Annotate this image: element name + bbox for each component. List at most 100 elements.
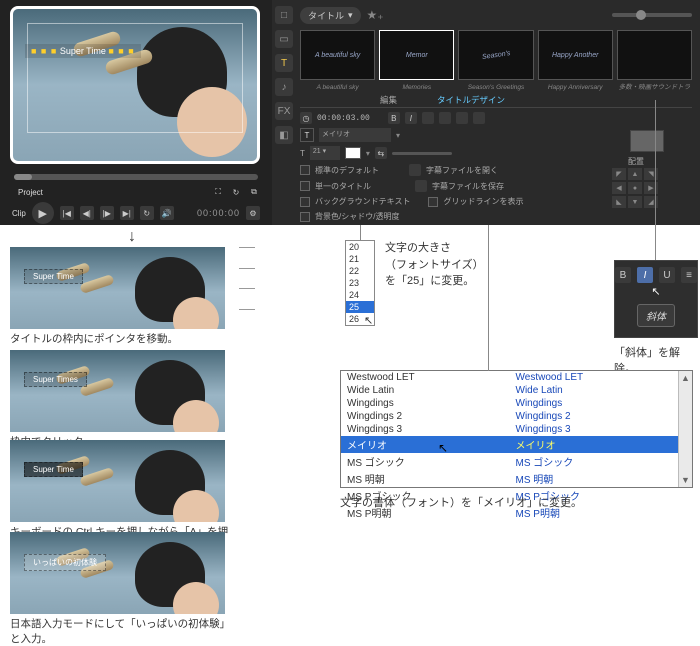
step-back-button[interactable]: ◀| bbox=[80, 206, 94, 220]
layout-tab-icon[interactable]: ◧ bbox=[275, 126, 293, 144]
step-4: いっぱいの初体験 日本語入力モードにして「いっぱいの初体験」と入力。 bbox=[10, 532, 235, 646]
skip-end-button[interactable]: ▶| bbox=[120, 206, 134, 220]
panel-header: タイトル ▾ ★₊ bbox=[300, 6, 692, 24]
step-caption: タイトルの枠内にポインタを移動。 bbox=[10, 331, 235, 346]
transport-bar: Project ⛶ ↻ ⧉ Clip ▶ |◀ ◀| |▶ ▶| ↻ 🔊 00:… bbox=[8, 170, 264, 220]
checkbox[interactable] bbox=[300, 181, 310, 191]
hsep-icon[interactable] bbox=[422, 112, 434, 124]
preview-safe-area bbox=[27, 23, 243, 133]
category-sidebar: □ ▭ T ♪ FX ◧ bbox=[272, 6, 296, 144]
step-caption: 日本語入力モードにして「いっぱいの初体験」と入力。 bbox=[10, 616, 235, 646]
thumb-size-slider[interactable] bbox=[612, 13, 692, 17]
tab-title-design[interactable]: タイトルデザイン bbox=[437, 94, 505, 107]
connector-line bbox=[360, 225, 361, 241]
color-swatch[interactable] bbox=[345, 147, 361, 159]
text-style-callout: B I U ≡ ↖ 斜体 bbox=[614, 260, 698, 338]
align-grid-label: 配置 bbox=[628, 156, 644, 167]
asset-panel: □ ▭ T ♪ FX ◧ タイトル ▾ ★₊ A beautiful skyA … bbox=[272, 0, 700, 225]
font-family-dropdown[interactable]: Westwood LETWide Latin WingdingsWingding… bbox=[340, 370, 693, 488]
checkbox[interactable] bbox=[300, 197, 310, 207]
preview-player: ■ ■ ■ Super Time ■ ■ ■ bbox=[10, 6, 260, 164]
title-tab-icon[interactable]: T bbox=[275, 54, 293, 72]
save-file-icon[interactable] bbox=[415, 180, 427, 192]
checkbox[interactable] bbox=[428, 197, 438, 207]
title-thumb[interactable]: MemorMemories bbox=[379, 30, 454, 80]
title-overlay-text: Super Time bbox=[60, 46, 106, 56]
timeline-scrubber[interactable] bbox=[14, 174, 258, 180]
loop-toggle[interactable]: ↻ bbox=[140, 206, 154, 220]
title-box[interactable]: Super Times bbox=[24, 372, 87, 387]
italic-button[interactable]: I bbox=[405, 112, 417, 124]
step-1: Super Time タイトルの枠内にポインタを移動。 bbox=[10, 247, 235, 346]
title-thumb[interactable]: Happy AnotherHappy Anniversary bbox=[538, 30, 613, 80]
tracking-icon[interactable]: ⇆ bbox=[375, 147, 387, 159]
align-center-icon[interactable] bbox=[456, 112, 468, 124]
connector-line bbox=[488, 225, 489, 371]
title-properties: ◷ 00:00:03.00 B I T メイリオ ▾ T 21 ▾ ▾ ⇆ 標準… bbox=[300, 112, 692, 219]
title-box-selected[interactable]: Super Time bbox=[24, 462, 83, 477]
underline-button[interactable]: U bbox=[659, 267, 675, 283]
scroll-down-icon: ▼ bbox=[681, 475, 690, 485]
handle-dots-icon: ■ ■ ■ bbox=[108, 46, 134, 56]
scrollbar[interactable]: ▲▼ bbox=[678, 371, 692, 487]
project-label: Project bbox=[18, 188, 43, 197]
align-left-icon[interactable] bbox=[439, 112, 451, 124]
title-thumb[interactable]: 多数・映画サウンドトラ bbox=[617, 30, 692, 80]
connector-line bbox=[655, 100, 656, 260]
font-size-field[interactable]: 21 ▾ bbox=[310, 146, 340, 160]
media-tab-icon[interactable]: □ bbox=[275, 6, 293, 24]
fullscreen-icon[interactable]: ⛶ bbox=[212, 186, 224, 198]
bold-button[interactable]: B bbox=[388, 112, 400, 124]
step-2: Super Times 枠内でクリック。 bbox=[10, 350, 235, 449]
tab-edit[interactable]: 編集 bbox=[380, 94, 397, 107]
play-button[interactable]: ▶ bbox=[32, 202, 54, 224]
clock-icon: ◷ bbox=[300, 112, 312, 124]
scroll-up-icon: ▲ bbox=[681, 373, 690, 383]
chevron-down-icon[interactable]: ▾ bbox=[396, 131, 400, 140]
step-fwd-button[interactable]: |▶ bbox=[100, 206, 114, 220]
title-box[interactable]: いっぱいの初体験 bbox=[24, 554, 106, 571]
skip-start-button[interactable]: |◀ bbox=[60, 206, 74, 220]
title-box[interactable]: Super Time bbox=[24, 269, 83, 284]
font-size-caption: 文字の大きさ（フォントサイズ）を「25」に変更。 bbox=[385, 240, 484, 290]
fx-tab-icon[interactable]: FX bbox=[275, 102, 293, 120]
connector-line bbox=[488, 370, 489, 371]
font-caption: 文字の書体（フォント）を「メイリオ」に変更。 bbox=[340, 494, 582, 510]
font-size-dropdown[interactable]: 202122 2324 2526 ↖ bbox=[345, 240, 375, 326]
text-color-label: T bbox=[300, 149, 305, 158]
title-thumbnail-row: A beautiful skyA beautiful sky MemorMemo… bbox=[300, 30, 692, 80]
favorite-icon[interactable]: ★₊ bbox=[367, 8, 384, 22]
arrow-down-icon: ↓ bbox=[128, 228, 136, 246]
align-right-icon[interactable] bbox=[473, 112, 485, 124]
cursor-icon: ↖ bbox=[651, 285, 660, 298]
chevron-down-icon: ▾ bbox=[348, 10, 353, 21]
checkbox[interactable] bbox=[300, 165, 310, 175]
handle-dots-icon: ■ ■ ■ bbox=[31, 46, 57, 56]
cursor-icon: ↖ bbox=[364, 314, 373, 327]
title-overlay-box[interactable]: ■ ■ ■ Super Time ■ ■ ■ bbox=[25, 44, 141, 58]
checkbox[interactable] bbox=[300, 212, 310, 222]
more-styles-icon[interactable]: ≡ bbox=[681, 267, 697, 283]
settings-icon[interactable]: ⚙ bbox=[246, 206, 260, 220]
tracking-slider[interactable] bbox=[392, 152, 452, 155]
title-thumb[interactable]: Season'sSeason's Greetings bbox=[458, 30, 533, 80]
alignment-grid[interactable]: ◤▲◥ ◀●▶ ◣▼◢ bbox=[612, 168, 658, 208]
loop-icon[interactable]: ↻ bbox=[230, 186, 242, 198]
bg-color-swatch[interactable] bbox=[630, 130, 664, 152]
audio-tab-icon[interactable]: ♪ bbox=[275, 78, 293, 96]
open-file-icon[interactable] bbox=[409, 164, 421, 176]
text-tool-icon[interactable]: T bbox=[300, 128, 314, 142]
bold-button[interactable]: B bbox=[615, 267, 631, 283]
duration-field[interactable]: 00:00:03.00 bbox=[317, 114, 370, 123]
detach-icon[interactable]: ⧉ bbox=[248, 186, 260, 198]
category-dropdown[interactable]: タイトル ▾ bbox=[300, 7, 361, 24]
font-family-field[interactable]: メイリオ bbox=[319, 128, 391, 142]
title-thumb[interactable]: A beautiful skyA beautiful sky bbox=[300, 30, 375, 80]
italic-tooltip: 斜体 bbox=[637, 304, 675, 327]
mute-button[interactable]: 🔊 bbox=[160, 206, 174, 220]
italic-button[interactable]: I bbox=[637, 267, 653, 283]
cursor-icon: ↖ bbox=[438, 441, 448, 455]
transition-tab-icon[interactable]: ▭ bbox=[275, 30, 293, 48]
property-tabs: 編集 タイトルデザイン bbox=[300, 94, 692, 108]
timecode-readout: 00:00:00 bbox=[197, 208, 240, 218]
